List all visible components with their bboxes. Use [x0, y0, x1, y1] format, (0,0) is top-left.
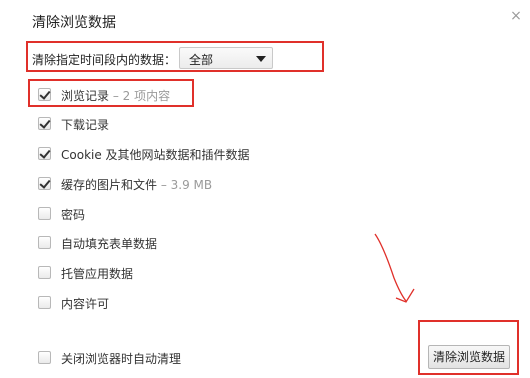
dialog-title: 清除浏览数据 — [32, 15, 116, 31]
cache-label: 缓存的图片和文件 — [61, 178, 158, 192]
passwords-checkbox[interactable] — [38, 207, 51, 220]
content-licenses-label: 内容许可 — [61, 297, 110, 311]
annotation-box-history — [28, 79, 194, 107]
auto-clear-label: 关闭浏览器时自动清理 — [61, 352, 182, 366]
autofill-checkbox[interactable] — [38, 236, 51, 249]
close-icon[interactable]: × — [508, 8, 524, 24]
hosted-app-data-checkbox[interactable] — [38, 266, 51, 279]
passwords-label: 密码 — [61, 208, 86, 222]
annotation-box-clear-button — [418, 320, 519, 375]
cookies-label: Cookie 及其他网站数据和插件数据 — [61, 148, 250, 162]
hosted-app-data-label: 托管应用数据 — [61, 267, 134, 281]
annotation-arrow-icon — [374, 233, 415, 303]
cookies-checkbox[interactable] — [38, 147, 51, 160]
downloads-checkbox[interactable] — [38, 117, 51, 130]
content-licenses-checkbox[interactable] — [38, 296, 51, 309]
autofill-label: 自动填充表单数据 — [61, 237, 158, 251]
cache-size: – 3.9 MB — [157, 178, 213, 192]
cache-checkbox[interactable] — [38, 177, 51, 190]
annotation-box-time-range — [26, 41, 324, 72]
clear-browsing-data-dialog: 清除浏览数据 × 清除指定时间段内的数据： 全部 浏览记录 – 2 项内容 下载… — [0, 0, 530, 378]
auto-clear-checkbox[interactable] — [38, 351, 51, 364]
downloads-label: 下载记录 — [61, 118, 110, 132]
